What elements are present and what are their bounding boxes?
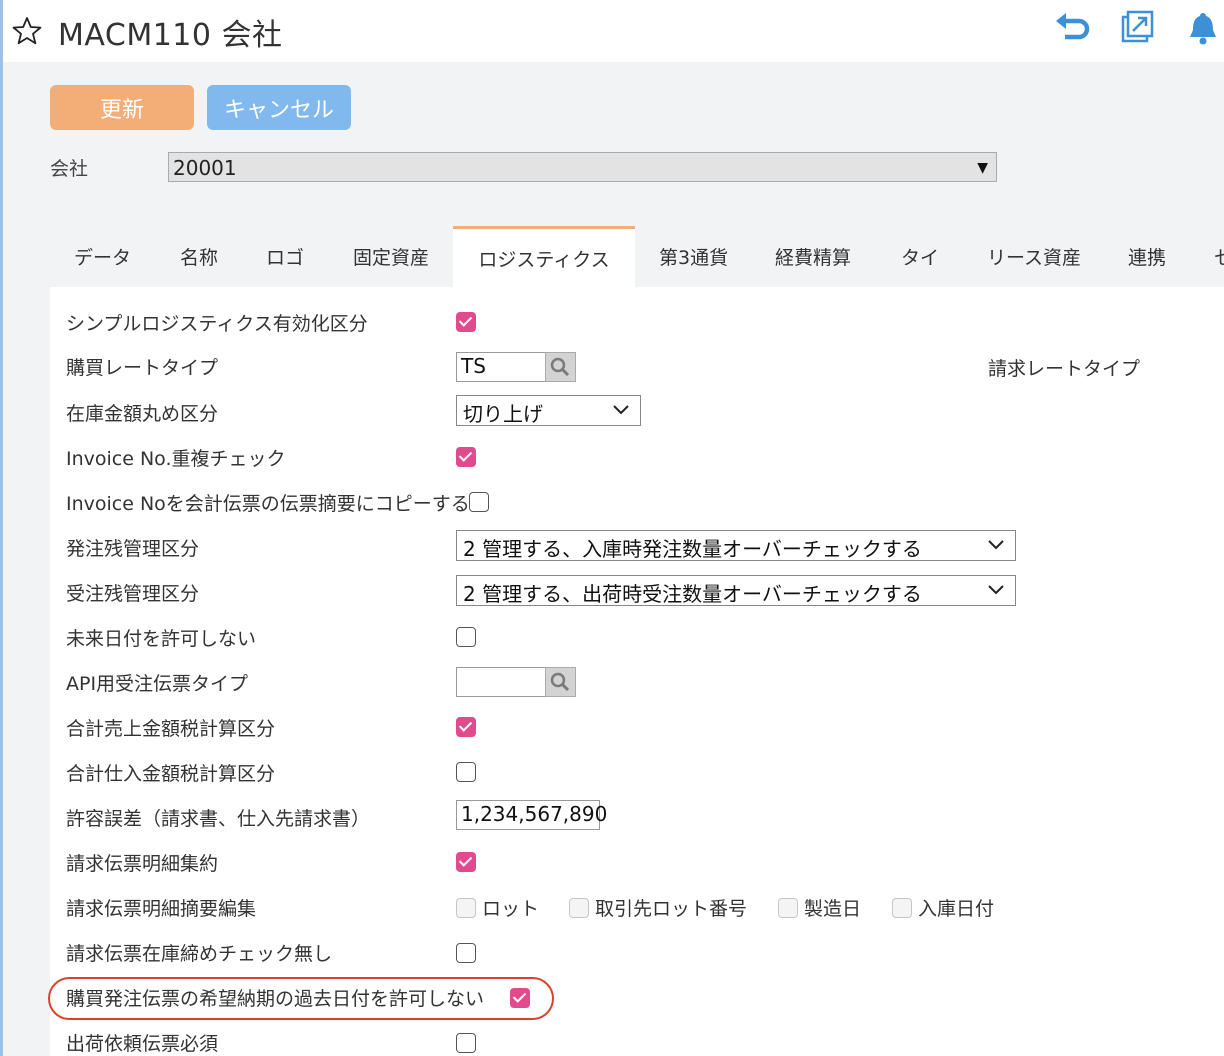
chevron-down-icon — [613, 405, 629, 415]
simple-logistics-checkbox[interactable] — [456, 312, 476, 332]
tab-name[interactable]: 名称 — [180, 243, 218, 270]
tab-thai[interactable]: タイ — [901, 243, 939, 270]
page-header: MACM110 会社 — [3, 0, 1224, 62]
tab-lease-assets[interactable]: リース資産 — [987, 243, 1081, 270]
po-backorder-select[interactable]: 2 管理する、入庫時発注数量オーバーチェックする — [456, 530, 1016, 561]
inventory-rounding-value: 切り上げ — [463, 402, 543, 426]
simple-logistics-label: シンプルロジスティクス有効化区分 — [66, 313, 368, 335]
purchase-rate-type-input[interactable]: TS — [456, 352, 548, 382]
company-label: 会社 — [50, 158, 89, 180]
company-select[interactable]: 20001 ▼ — [168, 152, 997, 182]
option-receipt-date-checkbox[interactable] — [892, 898, 912, 918]
chevron-down-icon — [988, 540, 1004, 550]
invoice-dup-check-label: Invoice No.重複チェック — [66, 448, 286, 470]
tab-third-currency[interactable]: 第3通貨 — [659, 243, 728, 270]
option-partner-lot-label: 取引先ロット番号 — [595, 898, 748, 920]
purchase-tax-calc-label: 合計仕入金額税計算区分 — [66, 763, 276, 785]
logistics-form-panel: シンプルロジスティクス有効化区分 購買レートタイプ TS 請求レートタイプ 在庫… — [48, 287, 1224, 1056]
billing-rate-type-label: 請求レートタイプ — [988, 358, 1141, 380]
chevron-down-icon — [988, 585, 1004, 595]
invoice-copy-checkbox[interactable] — [469, 492, 489, 512]
tab-data[interactable]: データ — [74, 243, 131, 270]
option-receipt-date-label: 入庫日付 — [918, 898, 995, 920]
so-backorder-label: 受注残管理区分 — [66, 583, 200, 605]
update-button[interactable]: 更新 — [50, 85, 194, 130]
option-lot-label: ロット — [482, 898, 540, 920]
tolerance-input[interactable]: 1,234,567,890 — [456, 800, 607, 830]
option-lot-checkbox[interactable] — [456, 898, 476, 918]
billing-detail-summary-checkbox[interactable] — [456, 852, 476, 872]
purchase-tax-calc-checkbox[interactable] — [456, 762, 476, 782]
api-so-type-label: API用受注伝票タイプ — [66, 673, 249, 695]
invoice-copy-label: Invoice Noを会計伝票の伝票摘要にコピーする — [66, 493, 470, 515]
po-backorder-label: 発注残管理区分 — [66, 538, 200, 560]
sales-tax-calc-label: 合計売上金額税計算区分 — [66, 718, 276, 740]
dropdown-arrow-icon: ▼ — [977, 160, 988, 176]
tab-bar: データ 名称 ロゴ 固定資産 ロジスティクス 第3通貨 経費精算 タイ リース資… — [50, 226, 1224, 288]
left-edge-line — [0, 0, 3, 1056]
invoice-dup-check-checkbox[interactable] — [456, 447, 476, 467]
po-no-past-date-label: 購買発注伝票の希望納期の過去日付を許可しない — [66, 988, 485, 1010]
company-select-value: 20001 — [173, 156, 237, 180]
option-mfg-date-label: 製造日 — [804, 898, 862, 920]
purchase-rate-type-label: 購買レートタイプ — [66, 357, 219, 379]
shipping-request-required-checkbox[interactable] — [456, 1033, 476, 1053]
inventory-rounding-select[interactable]: 切り上げ — [456, 395, 641, 426]
inventory-rounding-label: 在庫金額丸め区分 — [66, 403, 219, 425]
sales-tax-calc-checkbox[interactable] — [456, 717, 476, 737]
search-icon — [550, 672, 570, 692]
tab-integration[interactable]: 連携 — [1128, 243, 1166, 270]
tolerance-label: 許容誤差（請求書、仕入先請求書） — [66, 808, 371, 830]
tab-fixed-assets[interactable]: 固定資産 — [353, 243, 429, 270]
billing-detail-summary-label: 請求伝票明細集約 — [66, 853, 219, 875]
external-link-icon[interactable] — [1117, 8, 1157, 48]
billing-no-inventory-check-checkbox[interactable] — [456, 943, 476, 963]
purchase-rate-search-button[interactable] — [545, 352, 576, 382]
option-partner-lot-checkbox[interactable] — [569, 898, 589, 918]
no-future-date-checkbox[interactable] — [456, 627, 476, 647]
option-mfg-date-checkbox[interactable] — [778, 898, 798, 918]
tab-more[interactable]: セ — [1214, 243, 1224, 270]
search-icon — [550, 357, 570, 377]
undo-icon[interactable] — [1053, 8, 1093, 48]
bell-icon[interactable] — [1183, 8, 1223, 48]
so-backorder-select[interactable]: 2 管理する、出荷時受注数量オーバーチェックする — [456, 575, 1016, 606]
so-backorder-value: 2 管理する、出荷時受注数量オーバーチェックする — [463, 582, 922, 606]
no-future-date-label: 未来日付を許可しない — [66, 628, 257, 650]
billing-detail-desc-label: 請求伝票明細摘要編集 — [66, 898, 257, 920]
star-icon[interactable] — [11, 15, 43, 47]
tab-logo[interactable]: ロゴ — [266, 243, 304, 270]
cancel-button[interactable]: キャンセル — [207, 85, 351, 130]
api-so-type-search-button[interactable] — [545, 667, 576, 697]
tab-expense[interactable]: 経費精算 — [775, 243, 851, 270]
po-backorder-value: 2 管理する、入庫時発注数量オーバーチェックする — [463, 537, 922, 561]
billing-no-inventory-check-label: 請求伝票在庫締めチェック無し — [66, 943, 333, 965]
shipping-request-required-label: 出荷依頼伝票必須 — [66, 1033, 219, 1055]
api-so-type-input[interactable] — [456, 667, 548, 697]
po-no-past-date-checkbox[interactable] — [510, 988, 530, 1008]
tab-logistics[interactable]: ロジスティクス — [453, 226, 635, 288]
page-title: MACM110 会社 — [58, 18, 283, 53]
